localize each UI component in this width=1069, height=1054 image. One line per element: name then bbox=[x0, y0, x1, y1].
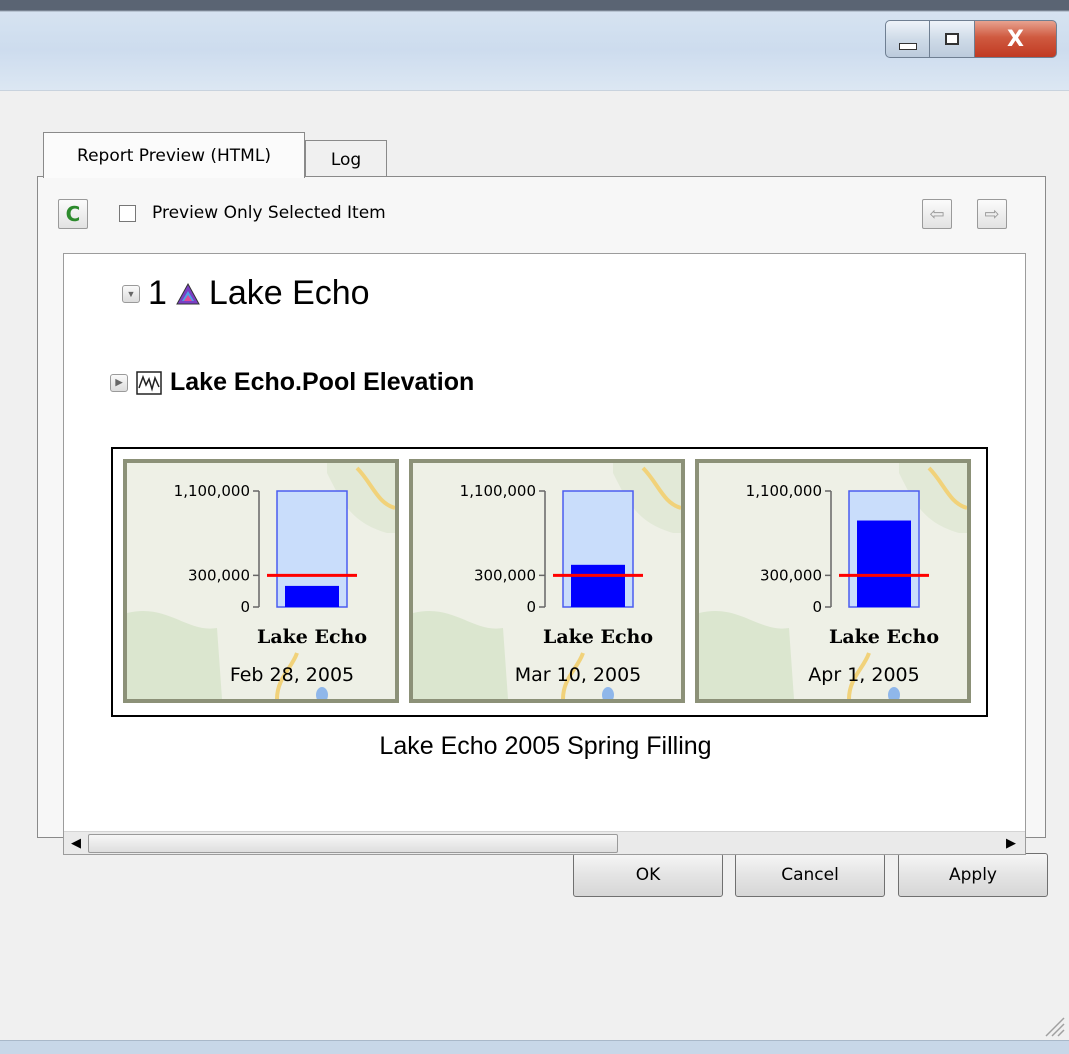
title-bar: X bbox=[0, 0, 1069, 91]
close-icon: X bbox=[1007, 26, 1024, 52]
minimize-button[interactable] bbox=[885, 20, 930, 58]
slot-title: Lake Echo.Pool Elevation bbox=[170, 368, 475, 396]
y-tick-label: 300,000 bbox=[474, 566, 536, 584]
refresh-icon: C bbox=[65, 202, 81, 226]
preview-selected-checkbox[interactable] bbox=[119, 205, 136, 222]
chart-panels: 1,100,000 300,000 0 Lake Echo Feb 28, 2005 1… bbox=[111, 447, 988, 717]
series-slot-icon bbox=[136, 370, 162, 395]
collapse-toggle[interactable]: ▼ bbox=[122, 284, 140, 303]
bar-chart: 1,100,000 300,000 0 Lake Echo Mar 10, 2005 bbox=[413, 463, 682, 703]
chart-title: Lake Echo bbox=[543, 626, 653, 648]
scrollbar-thumb[interactable] bbox=[88, 834, 618, 853]
slot-heading: ▶ Lake Echo.Pool Elevation bbox=[110, 368, 474, 397]
maximize-icon bbox=[945, 33, 959, 45]
y-tick-label: 1,100,000 bbox=[460, 482, 536, 500]
y-tick-label: 0 bbox=[812, 598, 822, 616]
tab-label: Log bbox=[330, 149, 362, 170]
chart-title: Lake Echo bbox=[829, 626, 939, 648]
scroll-right-icon: ▶ bbox=[1006, 836, 1016, 851]
scroll-left-button[interactable]: ◀ bbox=[66, 834, 86, 853]
y-tick-label: 1,100,000 bbox=[746, 482, 822, 500]
caption-buttons: X bbox=[885, 20, 1057, 60]
tab-log[interactable]: Log bbox=[305, 140, 387, 178]
chart-date: Apr 1, 2005 bbox=[808, 664, 919, 686]
item-number: 1 bbox=[148, 274, 167, 312]
value-bar bbox=[857, 520, 911, 607]
chart-date: Feb 28, 2005 bbox=[230, 664, 354, 686]
maximize-button[interactable] bbox=[930, 20, 975, 58]
arrow-left-icon: ⇦ bbox=[929, 203, 945, 225]
report-preview[interactable]: ▼ 1 Lake Echo ▶ Lake Echo.Pool Elevation… bbox=[63, 253, 1026, 855]
ok-button[interactable]: OK bbox=[573, 853, 723, 897]
chart-panel: 1,100,000 300,000 0 Lake Echo Feb 28, 2005 bbox=[123, 459, 399, 703]
chart-panel: 1,100,000 300,000 0 Lake Echo Apr 1, 2005 bbox=[695, 459, 971, 703]
forward-button[interactable]: ⇨ bbox=[977, 199, 1007, 229]
reservoir-icon bbox=[176, 282, 200, 304]
resize-grip-icon[interactable] bbox=[1040, 1012, 1066, 1038]
chart-date: Mar 10, 2005 bbox=[515, 664, 642, 686]
y-tick-label: 300,000 bbox=[760, 566, 822, 584]
chart-panel: 1,100,000 300,000 0 Lake Echo Mar 10, 2005 bbox=[409, 459, 685, 703]
preview-selected-label[interactable]: Preview Only Selected Item bbox=[152, 203, 386, 223]
scroll-right-button[interactable]: ▶ bbox=[1001, 834, 1021, 853]
value-bar bbox=[285, 585, 339, 607]
apply-button[interactable]: Apply bbox=[898, 853, 1048, 897]
horizontal-scrollbar[interactable]: ◀ ▶ bbox=[64, 831, 1025, 854]
bar-chart: 1,100,000 300,000 0 Lake Echo Feb 28, 2005 bbox=[127, 463, 396, 703]
bar-chart: 1,100,000 300,000 0 Lake Echo Apr 1, 2005 bbox=[699, 463, 968, 703]
chart-title: Lake Echo bbox=[257, 626, 367, 648]
minimize-icon bbox=[898, 42, 917, 50]
close-button[interactable]: X bbox=[975, 20, 1057, 58]
value-bar bbox=[571, 564, 625, 607]
triangle-right-icon: ▶ bbox=[115, 377, 123, 387]
y-tick-label: 300,000 bbox=[188, 566, 250, 584]
y-tick-label: 0 bbox=[240, 598, 250, 616]
refresh-button[interactable]: C bbox=[58, 199, 88, 229]
y-tick-label: 1,100,000 bbox=[174, 482, 250, 500]
window-bottom-edge bbox=[0, 1040, 1069, 1054]
tab-report-preview[interactable]: Report Preview (HTML) bbox=[43, 132, 305, 178]
tab-label: Report Preview (HTML) bbox=[77, 145, 271, 166]
chart-caption: Lake Echo 2005 Spring Filling bbox=[379, 732, 712, 760]
item-title: Lake Echo bbox=[208, 274, 370, 312]
triangle-down-icon: ▼ bbox=[126, 288, 136, 299]
back-button[interactable]: ⇦ bbox=[922, 199, 952, 229]
arrow-right-icon: ⇨ bbox=[984, 203, 1000, 225]
expand-toggle[interactable]: ▶ bbox=[110, 373, 128, 392]
cancel-button[interactable]: Cancel bbox=[735, 853, 885, 897]
y-tick-label: 0 bbox=[526, 598, 536, 616]
report-item-heading: ▼ 1 Lake Echo bbox=[122, 274, 370, 313]
scroll-left-icon: ◀ bbox=[71, 836, 81, 851]
